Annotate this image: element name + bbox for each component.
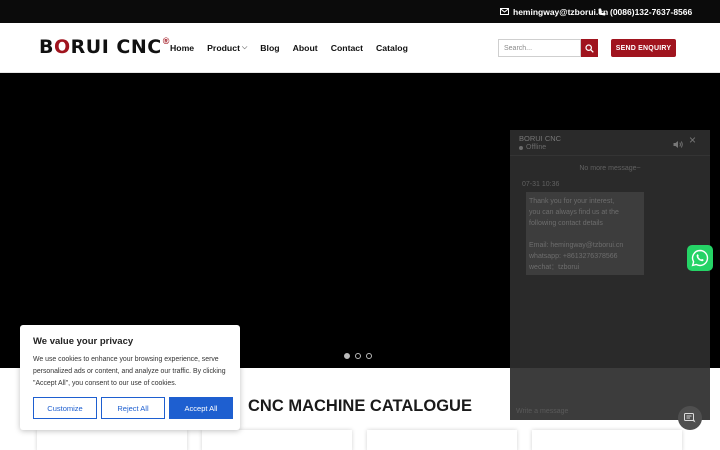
cookie-title: We value your privacy — [33, 336, 134, 347]
chat-status-text: Offline — [526, 144, 547, 151]
nav-about-label: About — [292, 43, 318, 53]
chat-timestamp: 07-31 10:36 — [522, 181, 560, 188]
site-header: B O RUI CNC ® Home Product ⌵ Blog About Cont… — [0, 23, 720, 73]
chat-close-button[interactable]: × — [689, 134, 696, 146]
top-phone-link[interactable]: (0086)132-7637-8566 — [598, 0, 692, 23]
top-email-text: hemingway@tzborui.cn — [513, 6, 609, 17]
chat-window: BORUI CNC Offline × No more message~ 07-… — [510, 130, 710, 420]
top-email-link[interactable]: hemingway@tzborui.cn — [500, 0, 608, 23]
chat-header-divider — [510, 155, 710, 156]
logo-b: B — [39, 36, 54, 58]
slider-dot-1[interactable] — [344, 353, 350, 359]
nav-catalog-label: Catalog — [376, 43, 408, 53]
slider-dot-2[interactable] — [355, 353, 361, 359]
chat-status: Offline — [519, 144, 546, 151]
nav-contact-label: Contact — [330, 43, 364, 53]
envelope-icon — [500, 8, 509, 15]
chevron-down-icon: ⌵ — [241, 44, 248, 51]
logo-registered-mark: ® — [162, 36, 170, 46]
status-dot — [519, 145, 523, 150]
logo-rest: RUI CNC — [70, 36, 162, 58]
chat-title: BORUI CNC — [519, 134, 562, 143]
close-icon: × — [689, 133, 697, 147]
nav-home[interactable]: Home — [170, 43, 194, 53]
top-bar: hemingway@tzborui.cn (0086)132-7637-8566 — [0, 0, 720, 23]
top-phone-text: (0086)132-7637-8566 — [610, 6, 693, 17]
chat-icon — [684, 413, 696, 423]
search-form: Search... — [498, 39, 598, 57]
slider-dots — [344, 353, 377, 359]
reject-all-button[interactable]: Reject All — [101, 397, 165, 419]
product-card[interactable] — [202, 430, 352, 450]
customize-button[interactable]: Customize — [33, 397, 97, 419]
nav-blog[interactable]: Blog — [260, 43, 279, 53]
chat-input[interactable]: Write a message — [516, 408, 568, 415]
nav-contact[interactable]: Contact — [331, 43, 363, 53]
slider-dot-3[interactable] — [366, 353, 372, 359]
nav-home-label: Home — [170, 43, 195, 53]
nav-product-label: Product — [207, 43, 240, 53]
search-button[interactable] — [581, 39, 598, 57]
logo[interactable]: B O RUI CNC ® — [39, 36, 169, 58]
product-card[interactable] — [367, 430, 517, 450]
nav-product[interactable]: Product ⌵ — [207, 43, 247, 53]
send-enquiry-button[interactable]: SEND ENQUIRY — [611, 39, 676, 57]
whatsapp-icon — [691, 249, 709, 267]
cookie-buttons: Customize Reject All Accept All — [33, 397, 237, 419]
chat-toggle-button[interactable] — [678, 406, 702, 430]
sound-toggle[interactable] — [673, 136, 684, 154]
cookie-consent-banner: We value your privacy We use cookies to … — [20, 325, 240, 430]
main-nav: Home Product ⌵ Blog About Contact Catalog — [170, 23, 421, 73]
search-input[interactable]: Search... — [498, 39, 581, 57]
cookie-text: We use cookies to enhance your browsing … — [33, 356, 226, 387]
logo-o: O — [53, 36, 71, 58]
nav-blog-label: Blog — [260, 43, 280, 53]
search-icon — [585, 43, 594, 53]
nav-about[interactable]: About — [293, 43, 318, 53]
speaker-icon — [673, 141, 683, 148]
nav-catalog[interactable]: Catalog — [376, 43, 408, 53]
accept-all-button[interactable]: Accept All — [169, 397, 233, 419]
product-card[interactable] — [37, 430, 187, 450]
phone-icon — [598, 8, 606, 15]
chat-no-more-label: No more message~ — [579, 165, 641, 172]
whatsapp-button[interactable] — [687, 245, 713, 271]
product-card[interactable] — [532, 430, 682, 450]
chat-message: Thank you for your interest, you can alw… — [526, 192, 644, 275]
